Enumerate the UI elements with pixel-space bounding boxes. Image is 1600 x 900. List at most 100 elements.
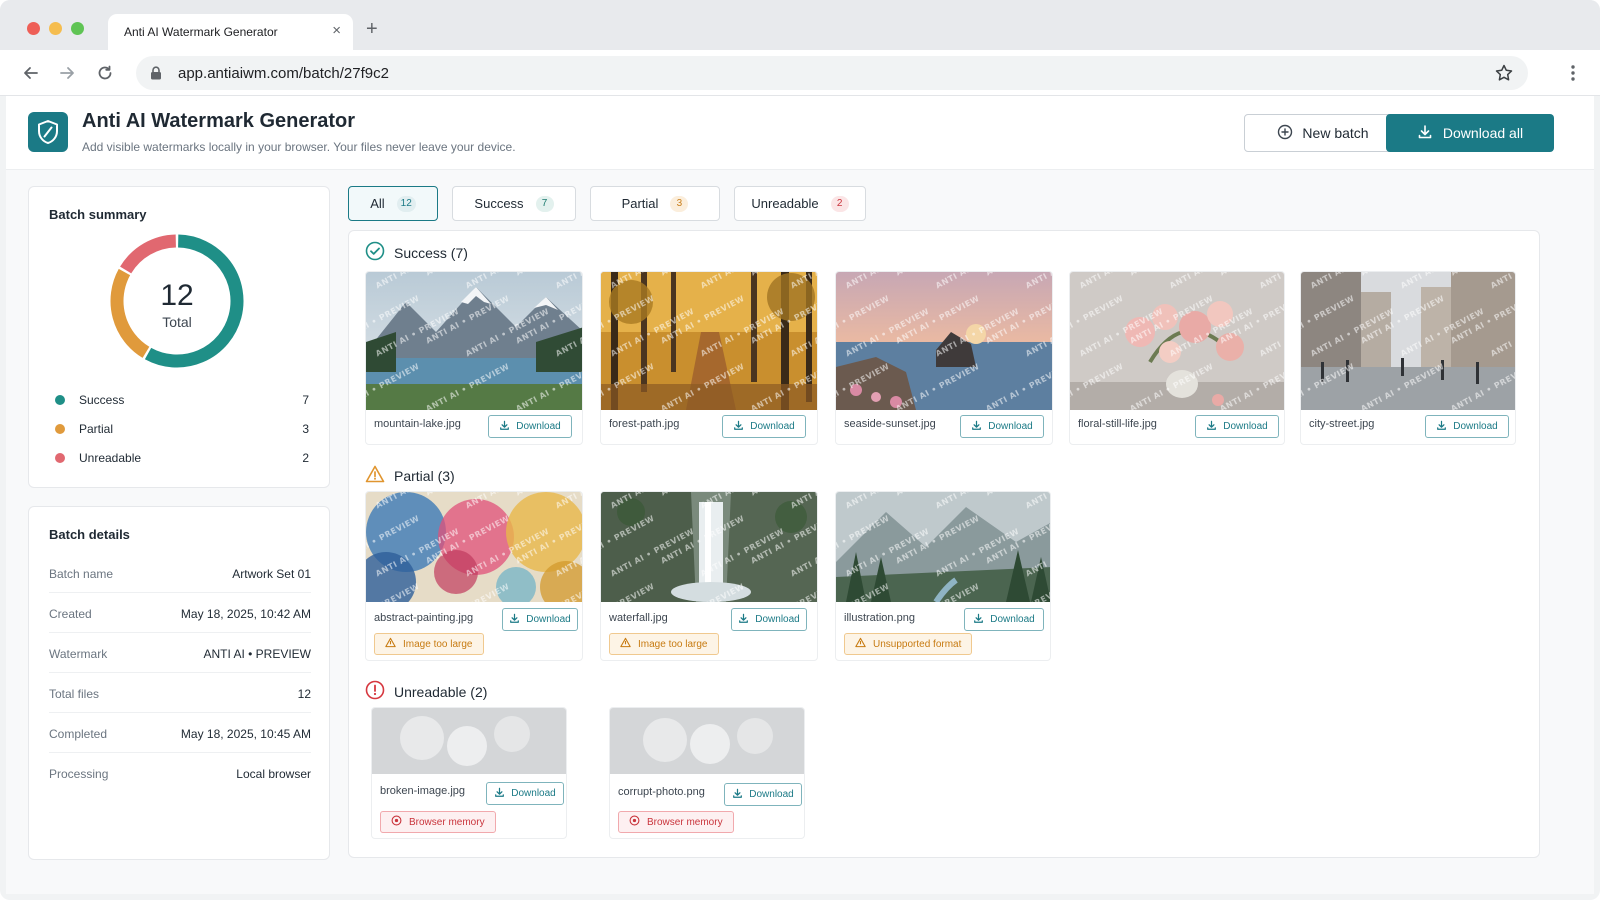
filter-label: Partial — [621, 196, 659, 211]
filter-tab-partial[interactable]: Partial 3 — [590, 186, 720, 221]
detail-label: Processing — [49, 767, 109, 781]
browser-menu-icon[interactable] — [1560, 60, 1586, 86]
tab-close-icon[interactable]: × — [332, 23, 341, 39]
donut-total-label: Total — [162, 314, 192, 330]
download-icon — [1417, 124, 1433, 143]
legend-label: Partial — [79, 422, 114, 436]
bookmark-star-icon[interactable] — [1494, 63, 1514, 88]
detail-value: May 18, 2025, 10:45 AM — [180, 727, 311, 741]
filter-tab-all[interactable]: All 12 — [348, 186, 438, 221]
unreadable-section-title: Unreadable (2) — [365, 680, 487, 703]
app-header: Anti AI Watermark Generator Add visible … — [6, 96, 1594, 170]
file-card: ANTI AI • PREVIEWANTI AI • PREVIEWANTI A… — [1300, 271, 1516, 445]
warning-icon — [620, 637, 631, 651]
download-label: Download — [1453, 421, 1498, 432]
legend-value: 7 — [302, 393, 309, 407]
download-button[interactable]: Download — [1195, 415, 1279, 438]
download-button[interactable]: Download — [960, 415, 1044, 438]
legend-dot — [55, 424, 65, 434]
new-batch-label: New batch — [1302, 125, 1369, 141]
tab-bar: Anti AI Watermark Generator × + — [0, 0, 1600, 50]
legend-item-success: Success 7 — [55, 391, 309, 411]
download-label: Download — [750, 421, 795, 432]
download-label: Download — [511, 788, 556, 799]
detail-value: Artwork Set 01 — [232, 567, 311, 581]
filter-count: 3 — [670, 195, 689, 212]
filter-tab-unreadable[interactable]: Unreadable 2 — [734, 186, 866, 221]
warning-icon — [855, 637, 866, 651]
download-all-button[interactable]: Download all — [1386, 114, 1554, 152]
image-thumbnail: ANTI AI • PREVIEWANTI AI • PREVIEWANTI A… — [1070, 272, 1284, 410]
file-name: forest-path.jpg — [609, 418, 680, 430]
download-label: Download — [749, 789, 794, 800]
tab-title: Anti AI Watermark Generator — [124, 25, 278, 39]
filter-tab-success[interactable]: Success 7 — [452, 186, 576, 221]
filter-count: 2 — [830, 195, 849, 212]
download-button[interactable]: Download — [1425, 415, 1509, 438]
warning-triangle-icon — [365, 464, 385, 487]
issue-badge: Unsupported format — [844, 633, 973, 655]
file-card: broken-image.jpg Download Browser memory — [371, 707, 567, 839]
batch-details-card: Batch details Batch name Artwork Set 01 … — [28, 506, 330, 860]
image-thumbnail: ANTI AI • PREVIEWANTI AI • PREVIEWANTI A… — [836, 272, 1052, 410]
file-card: ANTI AI • PREVIEWANTI AI • PREVIEWANTI A… — [1069, 271, 1285, 445]
download-button[interactable]: Download — [724, 783, 802, 806]
reload-icon[interactable] — [92, 60, 118, 86]
app-root: Anti AI Watermark Generator Add visible … — [6, 96, 1594, 894]
detail-label: Created — [49, 607, 92, 621]
download-button[interactable]: Download — [488, 415, 572, 438]
check-circle-icon — [365, 241, 385, 264]
forward-icon[interactable] — [54, 60, 80, 86]
error-circle-icon — [365, 680, 385, 703]
lock-icon — [150, 66, 162, 85]
image-thumbnail: ANTI AI • PREVIEWANTI AI • PREVIEWANTI A… — [1301, 272, 1515, 410]
download-icon — [971, 420, 982, 434]
section-label: Unreadable (2) — [394, 683, 488, 700]
detail-label: Completed — [49, 727, 108, 741]
file-name: illustration.png — [844, 612, 915, 624]
file-card: ANTI AI • PREVIEWANTI AI • PREVIEWANTI A… — [835, 491, 1051, 661]
legend-item-unreadable: Unreadable 2 — [55, 449, 309, 469]
shield-logo-icon — [28, 112, 68, 152]
back-icon[interactable] — [18, 60, 44, 86]
minimize-window-button[interactable] — [49, 22, 62, 35]
download-button[interactable]: Download — [731, 608, 807, 631]
filter-label: All — [370, 196, 385, 211]
maximize-window-button[interactable] — [71, 22, 84, 35]
close-window-button[interactable] — [27, 22, 40, 35]
download-button[interactable]: Download — [502, 608, 578, 631]
filter-label: Unreadable — [751, 196, 819, 211]
legend-dot — [55, 395, 65, 405]
address-bar[interactable]: app.antiaiwm.com/batch/27f9c2 — [136, 56, 1528, 90]
file-name: broken-image.jpg — [380, 785, 465, 797]
issue-badge: Image too large — [374, 633, 484, 655]
issue-badge: Browser memory — [618, 811, 734, 833]
download-icon — [733, 420, 744, 434]
issue-badge: Image too large — [609, 633, 719, 655]
file-name: seaside-sunset.jpg — [844, 418, 936, 430]
legend-dot — [55, 453, 65, 463]
download-button[interactable]: Download — [486, 782, 564, 805]
legend-item-partial: Partial 3 — [55, 420, 309, 440]
new-batch-button[interactable]: New batch — [1244, 114, 1402, 152]
browser-tab[interactable]: Anti AI Watermark Generator × — [108, 14, 353, 50]
download-icon — [1206, 420, 1217, 434]
download-label: Download — [990, 614, 1035, 625]
section-label: Partial (3) — [394, 467, 455, 484]
detail-label: Batch name — [49, 567, 114, 581]
download-button[interactable]: Download — [964, 608, 1044, 631]
filter-label: Success — [474, 196, 524, 211]
download-icon — [509, 613, 520, 627]
file-name: corrupt-photo.png — [618, 786, 705, 798]
new-tab-icon[interactable]: + — [366, 19, 378, 39]
donut-slice-unreadable — [120, 234, 177, 274]
detail-row-completed: Completed May 18, 2025, 10:45 AM — [49, 713, 311, 753]
image-thumbnail-placeholder — [610, 708, 804, 774]
file-card: ANTI AI • PREVIEWANTI AI • PREVIEWANTI A… — [600, 491, 818, 661]
detail-row-processing: Processing Local browser — [49, 753, 311, 793]
section-label: Success (7) — [394, 244, 468, 261]
legend-label: Success — [79, 393, 125, 407]
download-button[interactable]: Download — [722, 415, 806, 438]
download-label: Download — [1223, 421, 1268, 432]
download-icon — [973, 613, 984, 627]
